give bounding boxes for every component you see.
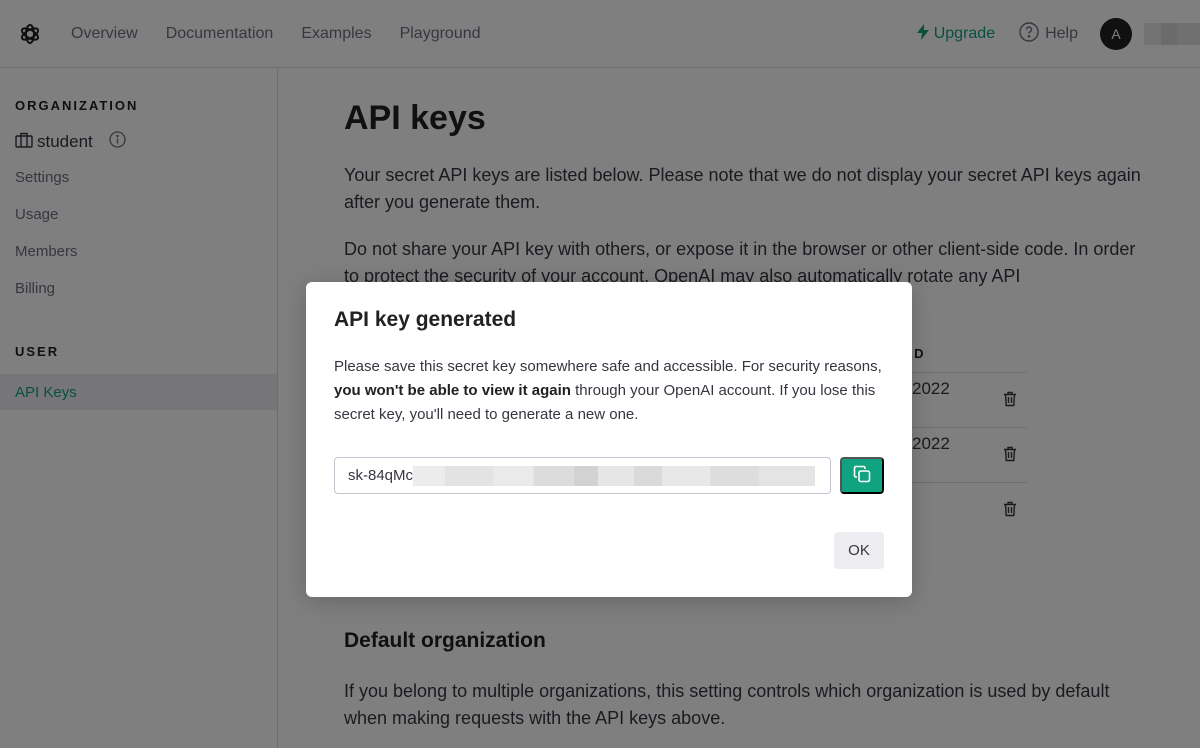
- dialog-message: Please save this secret key somewhere sa…: [334, 355, 890, 427]
- secret-key-redacted: [413, 465, 816, 486]
- copy-key-button[interactable]: [840, 457, 884, 494]
- api-key-generated-dialog: API key generated Please save this secre…: [306, 282, 912, 597]
- secret-key-field[interactable]: sk-84qMc: [334, 457, 831, 494]
- ok-button[interactable]: OK: [834, 532, 884, 569]
- dialog-message-part: Please save this secret key somewhere sa…: [334, 358, 882, 375]
- secret-key-prefix: sk-84qMc: [348, 467, 414, 484]
- dialog-message-emphasis: you won't be able to view it again: [334, 382, 571, 399]
- dialog-title: API key generated: [334, 308, 517, 331]
- copy-icon: [853, 465, 871, 486]
